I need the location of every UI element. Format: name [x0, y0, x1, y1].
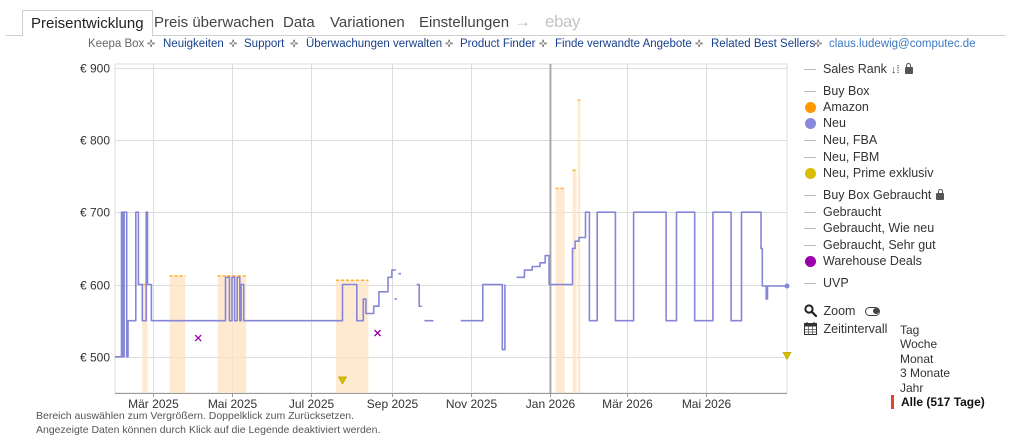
- legend-line-marker: [804, 157, 816, 158]
- zoom-toggle[interactable]: [864, 307, 880, 316]
- legend-dot-marker: [805, 102, 816, 113]
- amazon-band: [577, 100, 581, 394]
- range-tag[interactable]: Tag: [900, 323, 919, 337]
- x-tick-label: Jan 2026: [526, 397, 576, 411]
- legend-label: Neu: [823, 116, 846, 130]
- range-alle[interactable]: Alle (517 Tage): [891, 395, 985, 409]
- legend-line-marker: [804, 195, 816, 196]
- amazon-band: [169, 275, 186, 393]
- grid-lines: [114, 63, 788, 394]
- legend-line-marker: [804, 283, 816, 284]
- lock-icon: [936, 189, 945, 200]
- zoom-control[interactable]: Zoom: [804, 304, 880, 318]
- y-tick-label: € 600: [80, 279, 110, 293]
- legend-line-marker: [804, 245, 816, 246]
- amazon-price-bands: [142, 99, 581, 394]
- x-tick-label: Mär 2025: [128, 397, 179, 411]
- legend-line-marker: [804, 140, 816, 141]
- chart-axes: € 500 € 600 € 700 € 800 € 900 Mär 2025 Mai 202…: [80, 62, 787, 411]
- x-tick-label: Jul 2025: [289, 397, 335, 411]
- x-tick-label: Mai 2026: [682, 397, 732, 411]
- legend-dot-marker: [805, 256, 816, 267]
- calendar-icon: [804, 322, 817, 335]
- legend-label: UVP: [823, 276, 849, 290]
- legend-label: Sales Rank: [823, 62, 887, 76]
- y-tick-label: € 500: [80, 351, 110, 365]
- amazon-band: [555, 188, 565, 393]
- legend-label: Buy Box: [823, 84, 870, 98]
- prime-exklusiv-marker: [782, 352, 792, 361]
- legend-label: Warehouse Deals: [823, 254, 922, 268]
- plot-frame: [114, 63, 788, 394]
- range-jahr[interactable]: Jahr: [900, 381, 923, 395]
- legend-label: Buy Box Gebraucht: [823, 188, 932, 202]
- legend-line-marker: [804, 91, 816, 92]
- x-tick-label: Nov 2025: [446, 397, 498, 411]
- legend-label: Gebraucht: [823, 205, 882, 219]
- legend-label: Gebraucht, Sehr gut: [823, 238, 936, 252]
- sort-icon[interactable]: ↓⁞: [891, 64, 900, 76]
- legend-line-marker: [804, 228, 816, 229]
- y-tick-label: € 900: [80, 62, 110, 76]
- amazon-band: [335, 280, 369, 393]
- warehouse-deal-marker: [194, 334, 202, 342]
- lock-icon: [904, 63, 913, 74]
- legend-dot-marker: [805, 168, 816, 179]
- legend-label: Gebraucht, Wie neu: [823, 221, 935, 235]
- legend-line-marker: [804, 212, 816, 213]
- legend-label: Neu, FBA: [823, 133, 878, 147]
- neu-series-line: [115, 211, 787, 358]
- interval-control: Zeitintervall: [804, 322, 887, 336]
- range-3-monate[interactable]: 3 Monate: [900, 366, 950, 380]
- zoom-label: Zoom: [823, 304, 856, 318]
- legend-label: Neu, Prime exklusiv: [823, 166, 934, 180]
- neu-last-point: [784, 283, 790, 289]
- neu-price-line: [115, 211, 790, 358]
- magnifier-icon: [804, 304, 818, 318]
- y-tick-label: € 800: [80, 134, 110, 148]
- legend-dot-marker: [805, 118, 816, 129]
- legend-hint: Angezeigte Daten können durch Klick auf …: [36, 424, 381, 436]
- x-tick-label: Mär 2026: [602, 397, 653, 411]
- y-tick-label: € 700: [80, 206, 110, 220]
- warehouse-deal-marker: [374, 329, 382, 337]
- interval-label: Zeitintervall: [823, 322, 888, 336]
- legend-label: Amazon: [823, 100, 869, 114]
- zoom-hint: Bereich auswählen zum Vergrößern. Doppel…: [36, 410, 355, 422]
- range-monat[interactable]: Monat: [900, 352, 933, 366]
- x-tick-label: Mai 2025: [208, 397, 258, 411]
- x-tick-label: Sep 2025: [367, 397, 419, 411]
- legend-label: Neu, FBM: [823, 150, 880, 164]
- legend-line-marker: [804, 69, 816, 70]
- chart-markers: [194, 329, 792, 385]
- range-woche[interactable]: Woche: [900, 337, 937, 351]
